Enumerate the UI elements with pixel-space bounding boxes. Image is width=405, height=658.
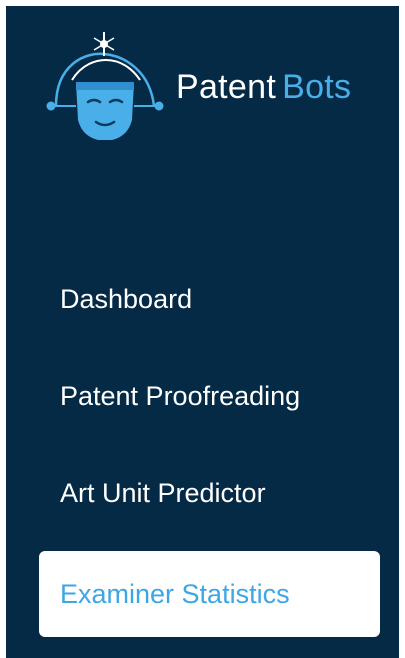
sidebar-item-label: Examiner Statistics [60, 578, 290, 609]
sidebar-item-examiner-statistics[interactable]: Examiner Statistics [39, 551, 380, 637]
brand-name-second: Bots [282, 68, 352, 106]
sidebar-item-patent-proofreading[interactable]: Patent Proofreading [39, 353, 380, 439]
brand-name: Patent Bots [176, 68, 351, 107]
sidebar-item-art-unit-predictor[interactable]: Art Unit Predictor [39, 450, 380, 536]
sidebar-item-label: Patent Proofreading [60, 380, 301, 411]
sidebar-item-label: Dashboard [60, 283, 193, 314]
sidebar-item-label: Art Unit Predictor [60, 477, 266, 508]
brand[interactable]: Patent Bots [36, 24, 386, 144]
sidebar: Patent Bots Dashboard Patent Proofreading… [6, 6, 399, 658]
sidebar-item-dashboard[interactable]: Dashboard [39, 256, 380, 342]
brand-name-first: Patent [176, 68, 277, 106]
robot-head-logo-icon [46, 32, 164, 140]
